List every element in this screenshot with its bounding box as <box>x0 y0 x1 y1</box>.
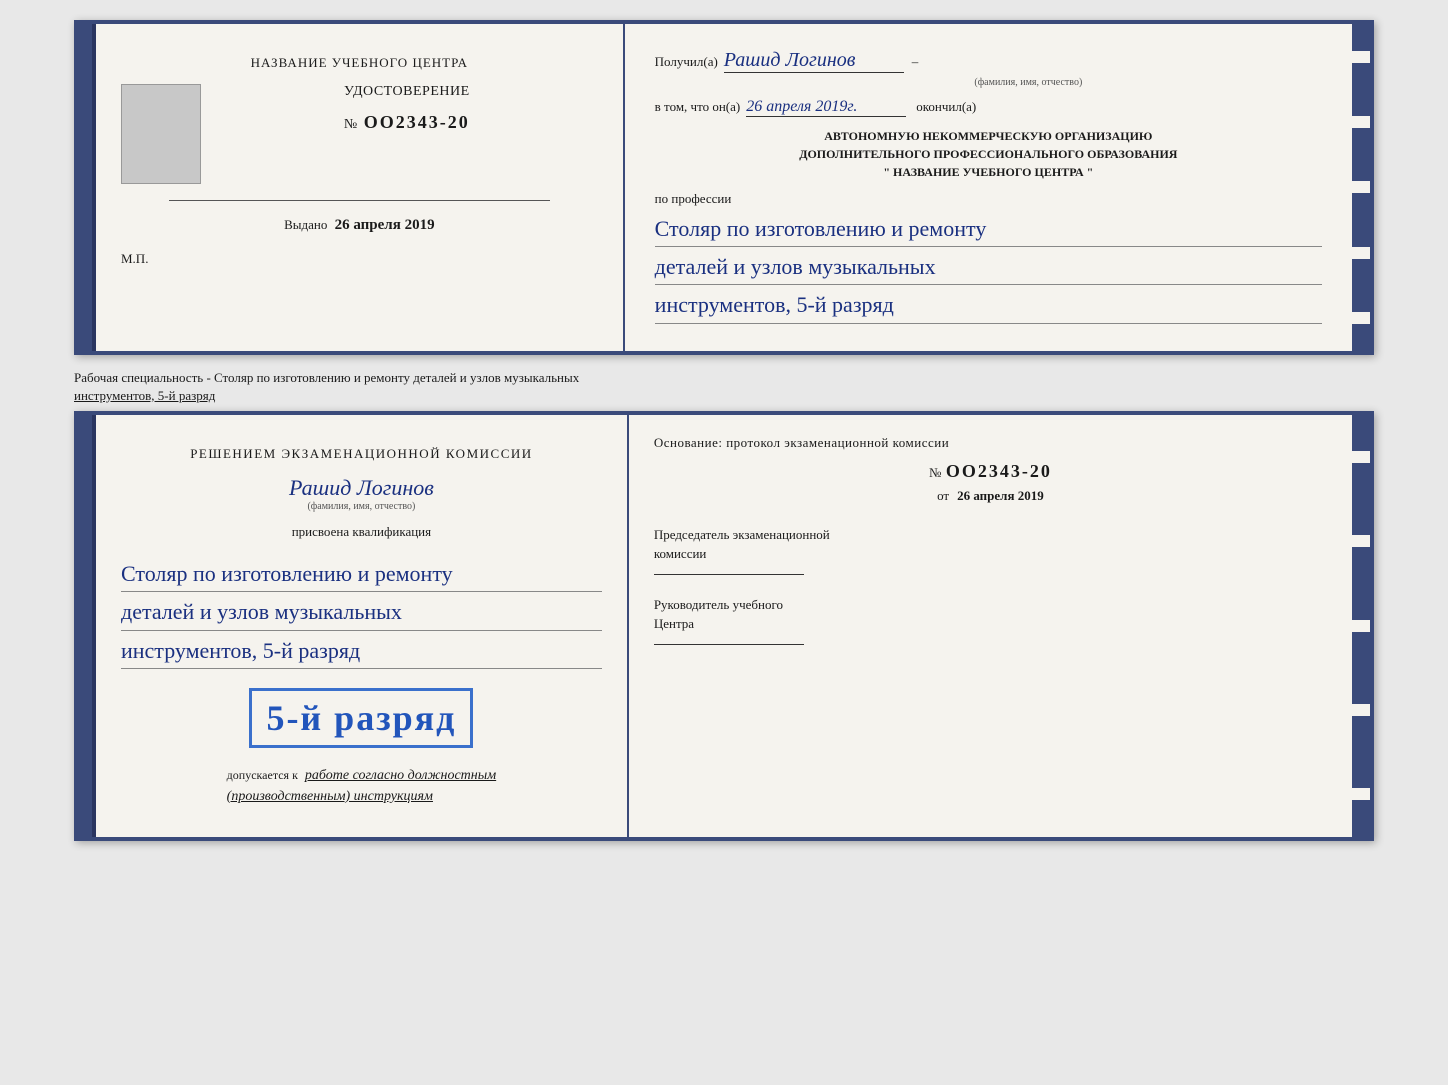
profession-line3-1: инструментов, 5-й разряд <box>655 287 1322 323</box>
page-right-1: Получил(а) Рашид Логинов – (фамилия, имя… <box>625 24 1352 351</box>
protocol-number: OO2343-20 <box>946 461 1052 481</box>
training-center-title-1: НАЗВАНИЕ УЧЕБНОГО ЦЕНТРА <box>251 54 468 72</box>
cert-number: OO2343-20 <box>364 112 470 133</box>
separator-line1: Рабочая специальность - Столяр по изгото… <box>74 370 579 385</box>
director-line2: Центра <box>654 616 694 631</box>
dash1: – <box>912 54 919 70</box>
edge-strip <box>1352 312 1370 324</box>
date-value: 26 апреля 2019 <box>957 488 1044 503</box>
director-section: Руководитель учебного Центра <box>654 595 1327 645</box>
right-edge-2 <box>1352 415 1370 837</box>
recipient-name-1: Рашид Логинов <box>724 49 856 71</box>
org-line2: ДОПОЛНИТЕЛЬНОГО ПРОФЕССИОНАЛЬНОГО ОБРАЗО… <box>655 145 1322 163</box>
spine-left-1 <box>78 24 96 351</box>
edge-strip <box>1352 451 1370 463</box>
in-that-prefix: в том, что он(а) <box>655 99 741 115</box>
chairman-label: Председатель экзаменационной комиссии <box>654 525 1327 564</box>
edge-strip <box>1352 181 1370 193</box>
qual-line3: инструментов, 5-й разряд <box>121 633 602 669</box>
org-line1: АВТОНОМНУЮ НЕКОММЕРЧЕСКУЮ ОРГАНИЗАЦИЮ <box>655 127 1322 145</box>
date-prefix: от <box>937 488 949 503</box>
assigned-label: присвоена квалификация <box>292 524 431 540</box>
rank-large: 5-й разряд <box>266 698 456 738</box>
protocol-prefix: № <box>929 465 942 480</box>
qual-line1: Столяр по изготовлению и ремонту <box>121 556 602 592</box>
completed-label: окончил(а) <box>916 99 976 115</box>
allowed-prefix: допускается к <box>227 768 298 782</box>
director-line1: Руководитель учебного <box>654 597 783 612</box>
page-left-1: НАЗВАНИЕ УЧЕБНОГО ЦЕНТРА УДОСТОВЕРЕНИЕ №… <box>96 24 625 351</box>
rank-box: 5-й разряд <box>249 688 473 748</box>
chairman-sig-line <box>654 574 804 575</box>
separator-text: Рабочая специальность - Столяр по изгото… <box>74 363 1374 411</box>
edge-strip <box>1352 51 1370 63</box>
edge-strip <box>1352 535 1370 547</box>
issued-date: 26 апреля 2019 <box>335 217 435 233</box>
allowed-text: работе согласно должностным <box>305 768 496 783</box>
cert-number-prefix: № <box>344 117 358 133</box>
photo-placeholder-1 <box>121 84 201 184</box>
qual-line2: деталей и узлов музыкальных <box>121 594 602 630</box>
page-right-2: Основание: протокол экзаменационной коми… <box>629 415 1352 837</box>
fio-sub-2: (фамилия, имя, отчество) <box>289 501 434 512</box>
chairman-line1: Председатель экзаменационной <box>654 527 830 542</box>
edge-strip <box>1352 788 1370 800</box>
director-label: Руководитель учебного Центра <box>654 595 1327 634</box>
separator-line2: инструментов, 5-й разряд <box>74 388 215 403</box>
right-edge-1 <box>1352 24 1370 351</box>
cert-label: УДОСТОВЕРЕНИЕ <box>344 84 470 100</box>
page-left-2: Решением экзаменационной комиссии Рашид … <box>96 415 629 837</box>
edge-strip <box>1352 116 1370 128</box>
divider-line-1 <box>169 200 550 201</box>
document-1: НАЗВАНИЕ УЧЕБНОГО ЦЕНТРА УДОСТОВЕРЕНИЕ №… <box>74 20 1374 355</box>
edge-strip <box>1352 247 1370 259</box>
edge-strip <box>1352 620 1370 632</box>
org-line3: " НАЗВАНИЕ УЧЕБНОГО ЦЕНТРА " <box>655 163 1322 181</box>
fio-sub-1: (фамилия, имя, отчество) <box>735 77 1322 88</box>
basis-label: Основание: протокол экзаменационной коми… <box>654 435 1327 451</box>
org-block-1: АВТОНОМНУЮ НЕКОММЕРЧЕСКУЮ ОРГАНИЗАЦИЮ ДО… <box>655 127 1322 181</box>
spine-left-2 <box>78 415 96 837</box>
profession-label-1: по профессии <box>655 191 1322 207</box>
allowed-row: допускается к работе согласно должностны… <box>227 765 496 807</box>
decision-label: Решением экзаменационной комиссии <box>190 445 532 463</box>
allowed-text2: (производственным) инструкциям <box>227 789 433 804</box>
profession-line2-1: деталей и узлов музыкальных <box>655 249 1322 285</box>
chairman-line2: комиссии <box>654 546 707 561</box>
issued-date-row: Выдано 26 апреля 2019 <box>284 217 434 234</box>
received-prefix: Получил(а) <box>655 54 718 70</box>
chairman-section: Председатель экзаменационной комиссии <box>654 525 1327 575</box>
profession-line1-1: Столяр по изготовлению и ремонту <box>655 211 1322 247</box>
completion-date: 26 апреля 2019г. <box>746 98 906 117</box>
edge-strip <box>1352 704 1370 716</box>
recipient-name-2: Рашид Логинов <box>289 475 434 500</box>
document-2: Решением экзаменационной комиссии Рашид … <box>74 411 1374 841</box>
mp-label: М.П. <box>121 251 148 267</box>
director-sig-line <box>654 644 804 645</box>
issued-label: Выдано <box>284 217 327 232</box>
